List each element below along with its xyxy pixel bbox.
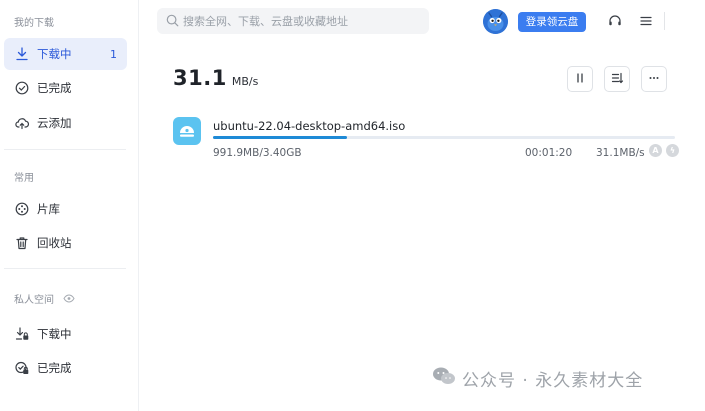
progress-fill: [213, 136, 347, 139]
eye-icon[interactable]: [63, 294, 75, 306]
film-reel-icon: [15, 202, 29, 216]
sidebar-item-library[interactable]: 片库: [4, 193, 127, 225]
sidebar-item-recycle-bin[interactable]: 回收站: [4, 227, 127, 259]
sidebar-item-downloading[interactable]: 下载中 1: [4, 38, 127, 70]
section-title-private-space: 私人空间: [14, 291, 75, 306]
sidebar-item-label: 片库: [37, 202, 60, 216]
toolbar-divider: [664, 12, 665, 30]
speed-unit: MB/s: [231, 75, 259, 88]
sidebar-item-label: 下载中: [37, 47, 72, 61]
more-button[interactable]: [641, 66, 667, 92]
accelerate-icon[interactable]: A: [649, 144, 662, 157]
locked-check-icon: [15, 361, 29, 375]
private-space-label: 私人空间: [14, 295, 54, 306]
watermark: 公众号 · 永久素材大全: [432, 366, 643, 391]
menu-icon[interactable]: [638, 13, 654, 29]
search-icon: [166, 12, 183, 31]
download-task-row[interactable]: ubuntu-22.04-desktop-amd64.iso 991.9MB/3…: [170, 114, 679, 164]
lightning-icon[interactable]: ϟ: [666, 144, 679, 157]
avatar[interactable]: [483, 9, 508, 34]
wechat-icon: [432, 366, 462, 391]
pause-icon: [573, 70, 587, 89]
disc-image-file-icon: [173, 117, 201, 145]
locked-download-icon: [15, 327, 29, 341]
sidebar-divider: [4, 268, 126, 269]
section-title-common: 常用: [14, 173, 34, 184]
pause-all-button[interactable]: [567, 66, 593, 92]
watermark-text: 公众号 · 永久素材大全: [462, 371, 644, 391]
sidebar-item-label: 回收站: [37, 236, 72, 250]
sidebar-item-private-downloading[interactable]: 下载中: [4, 318, 127, 350]
check-circle-icon: [15, 81, 29, 95]
trash-icon: [15, 236, 29, 250]
sidebar-item-completed[interactable]: 已完成: [4, 72, 127, 104]
headset-icon[interactable]: [607, 13, 623, 29]
search-input[interactable]: [183, 14, 423, 28]
download-count-badge: 1: [110, 47, 117, 61]
sort-list-icon: [610, 70, 624, 89]
search-box[interactable]: [157, 8, 429, 34]
sidebar-item-label: 已完成: [37, 81, 72, 95]
more-dots-icon: [647, 70, 661, 89]
sidebar-item-cloud-add[interactable]: 云添加: [4, 107, 127, 139]
sidebar-item-label: 下载中: [37, 327, 72, 341]
login-button[interactable]: 登录领云盘: [518, 12, 586, 32]
cloud-upload-icon: [15, 116, 29, 130]
file-name: ubuntu-22.04-desktop-amd64.iso: [213, 119, 406, 133]
section-title-my-downloads: 我的下载: [14, 18, 54, 29]
progress-bar: [213, 136, 675, 139]
speed-value: 31.1: [173, 66, 227, 90]
remaining-time: 00:01:20: [525, 147, 573, 159]
sidebar: 我的下载 下载中 1 已完成 云添加 常用 片库 回收站 私人空间 下载中 已完…: [0, 0, 139, 411]
file-size: 991.9MB/3.40GB: [213, 147, 302, 159]
sidebar-divider: [4, 149, 126, 150]
sort-button[interactable]: [604, 66, 630, 92]
sidebar-item-label: 已完成: [37, 361, 72, 375]
task-speed: 31.1MB/s: [596, 147, 645, 159]
sidebar-item-private-completed[interactable]: 已完成: [4, 352, 127, 384]
sidebar-item-label: 云添加: [37, 116, 72, 130]
download-icon: [15, 47, 29, 61]
total-speed: 31.1 MB/s: [173, 66, 258, 90]
